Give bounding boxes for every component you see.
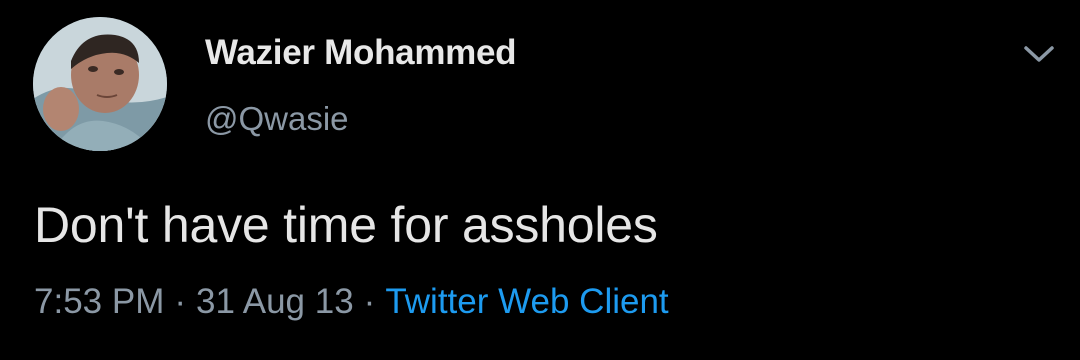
author-handle[interactable]: @Qwasie xyxy=(205,100,349,138)
avatar-photo xyxy=(33,17,167,151)
chevron-down-icon[interactable] xyxy=(1022,42,1056,66)
tweet-time[interactable]: 7:53 PM xyxy=(34,282,164,321)
meta-separator: · xyxy=(363,282,376,321)
tweet-client-link[interactable]: Twitter Web Client xyxy=(385,282,668,321)
tweet-card: Wazier Mohammed @Qwasie Don't have time … xyxy=(0,0,1080,360)
tweet-meta: 7:53 PM · 31 Aug 13 · Twitter Web Client xyxy=(34,282,669,322)
tweet-date[interactable]: 31 Aug 13 xyxy=(196,282,354,321)
author-name[interactable]: Wazier Mohammed xyxy=(205,33,517,73)
tweet-text: Don't have time for assholes xyxy=(34,197,658,253)
avatar[interactable] xyxy=(33,17,167,151)
meta-separator: · xyxy=(174,282,187,321)
